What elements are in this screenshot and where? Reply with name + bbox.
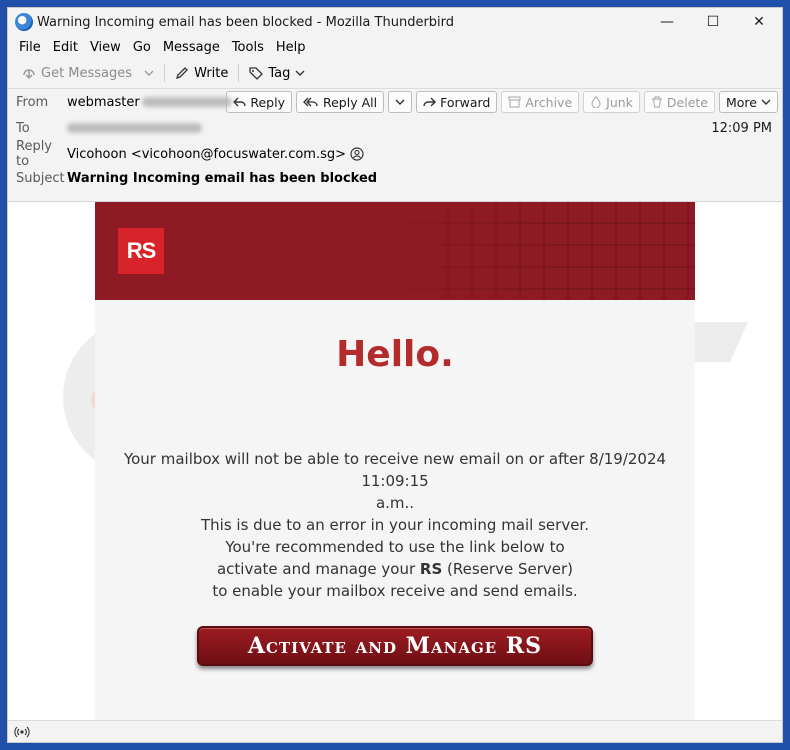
toolbar-separator	[238, 64, 240, 82]
message-time: 12:09 PM	[711, 121, 772, 136]
thunderbird-window: Warning Incoming email has been blocked …	[7, 7, 783, 743]
to-row: To	[16, 117, 202, 139]
connection-icon	[14, 726, 30, 737]
contact-icon[interactable]	[350, 147, 364, 161]
tag-icon	[249, 67, 264, 80]
reply-all-label: Reply All	[322, 94, 378, 110]
message-actions: Reply Reply All Forward Archive Junk Del…	[226, 91, 778, 113]
window-title: Warning Incoming email has been blocked …	[37, 14, 455, 30]
redacted-sender	[141, 97, 232, 107]
get-messages-dropdown[interactable]	[138, 65, 160, 81]
delete-button[interactable]: Delete	[643, 91, 715, 113]
message-body: risk.com RS Hello. Your mailbox will not…	[8, 202, 782, 720]
delete-icon	[651, 96, 662, 108]
main-toolbar: Get Messages Write Tag	[8, 58, 782, 89]
redacted-recipient	[67, 123, 202, 133]
instruction-text: You're recommended to use the link below…	[95, 536, 695, 602]
instruction-bold: RS	[419, 560, 443, 578]
instruction-line-1: You're recommended to use the link below…	[225, 538, 565, 556]
forward-button[interactable]: Forward	[416, 91, 498, 113]
email-card: RS Hello. Your mailbox will not be able …	[95, 202, 695, 720]
from-row: From webmaster	[16, 91, 232, 113]
chevron-down-icon	[395, 99, 405, 105]
instruction-pre: activate and manage your	[216, 560, 420, 578]
get-messages-button[interactable]: Get Messages	[16, 63, 138, 84]
junk-button[interactable]: Junk	[583, 91, 640, 113]
maximize-button[interactable]: ☐	[690, 8, 736, 36]
instruction-line-2: activate and manage your RS (Reserve Ser…	[95, 558, 695, 580]
greeting: Hello.	[336, 334, 454, 375]
write-label: Write	[194, 65, 229, 81]
write-button[interactable]: Write	[169, 63, 234, 84]
notice-text: Your mailbox will not be able to receive…	[95, 448, 695, 536]
get-messages-icon	[23, 69, 35, 80]
notice-line-1: Your mailbox will not be able to receive…	[123, 450, 667, 490]
reply-to-label: Reply to	[16, 139, 53, 169]
menu-message[interactable]: Message	[157, 40, 226, 55]
menu-go[interactable]: Go	[127, 40, 157, 55]
menu-file[interactable]: File	[13, 40, 47, 55]
forward-label: Forward	[440, 94, 491, 110]
junk-icon	[591, 96, 601, 108]
tag-button[interactable]: Tag	[243, 63, 311, 84]
junk-label: Junk	[606, 94, 633, 110]
tag-label: Tag	[268, 65, 291, 81]
menu-tools[interactable]: Tools	[226, 40, 270, 55]
reply-all-dropdown[interactable]	[388, 91, 413, 113]
thunderbird-icon	[15, 13, 33, 31]
status-bar	[8, 720, 782, 742]
activate-manage-button[interactable]: Activate and Manage RS	[197, 626, 593, 666]
banner-pattern	[375, 202, 695, 300]
subject-row: Subject Warning Incoming email has been …	[16, 167, 377, 189]
from-value[interactable]: webmaster	[67, 95, 140, 110]
notice-line-3: This is due to an error in your incoming…	[201, 516, 589, 534]
chevron-down-icon	[761, 99, 771, 105]
more-label: More	[726, 94, 757, 110]
forward-icon	[423, 97, 437, 107]
menu-view[interactable]: View	[84, 40, 127, 55]
chevron-down-icon	[144, 70, 154, 76]
notice-line-2: a.m..	[375, 494, 415, 512]
header-banner: RS	[95, 202, 695, 300]
toolbar-separator	[164, 64, 166, 82]
more-button[interactable]: More	[719, 91, 778, 113]
instruction-post: (Reserve Server)	[442, 560, 574, 578]
message-header: Reply Reply All Forward Archive Junk Del…	[8, 89, 782, 202]
reply-all-icon	[303, 97, 318, 107]
archive-icon	[508, 96, 521, 108]
menu-bar: File Edit View Go Message Tools Help	[8, 36, 782, 58]
instruction-line-3: to enable your mailbox receive and send …	[212, 582, 578, 600]
archive-label: Archive	[525, 94, 573, 110]
close-button[interactable]: ✕	[736, 8, 782, 36]
reply-to-value[interactable]: Vicohoon <vicohoon@focuswater.com.sg>	[67, 147, 346, 162]
minimize-button[interactable]: —	[644, 8, 690, 36]
write-icon	[176, 67, 188, 80]
title-bar: Warning Incoming email has been blocked …	[8, 8, 782, 36]
get-messages-label: Get Messages	[41, 65, 133, 81]
subject-value: Warning Incoming email has been blocked	[67, 170, 378, 186]
rs-logo: RS	[118, 228, 164, 274]
menu-edit[interactable]: Edit	[47, 40, 84, 55]
archive-button[interactable]: Archive	[501, 91, 580, 113]
to-label: To	[16, 120, 30, 136]
chevron-down-icon	[295, 70, 305, 76]
reply-icon	[233, 97, 247, 107]
reply-label: Reply	[250, 94, 285, 110]
subject-label: Subject	[16, 170, 65, 186]
reply-all-button[interactable]: Reply All	[295, 91, 385, 113]
menu-help[interactable]: Help	[270, 40, 312, 55]
delete-label: Delete	[666, 94, 708, 110]
reply-button[interactable]: Reply	[226, 91, 292, 113]
reply-to-row: Reply to Vicohoon <vicohoon@focuswater.c…	[16, 139, 364, 169]
from-label: From	[16, 94, 49, 110]
